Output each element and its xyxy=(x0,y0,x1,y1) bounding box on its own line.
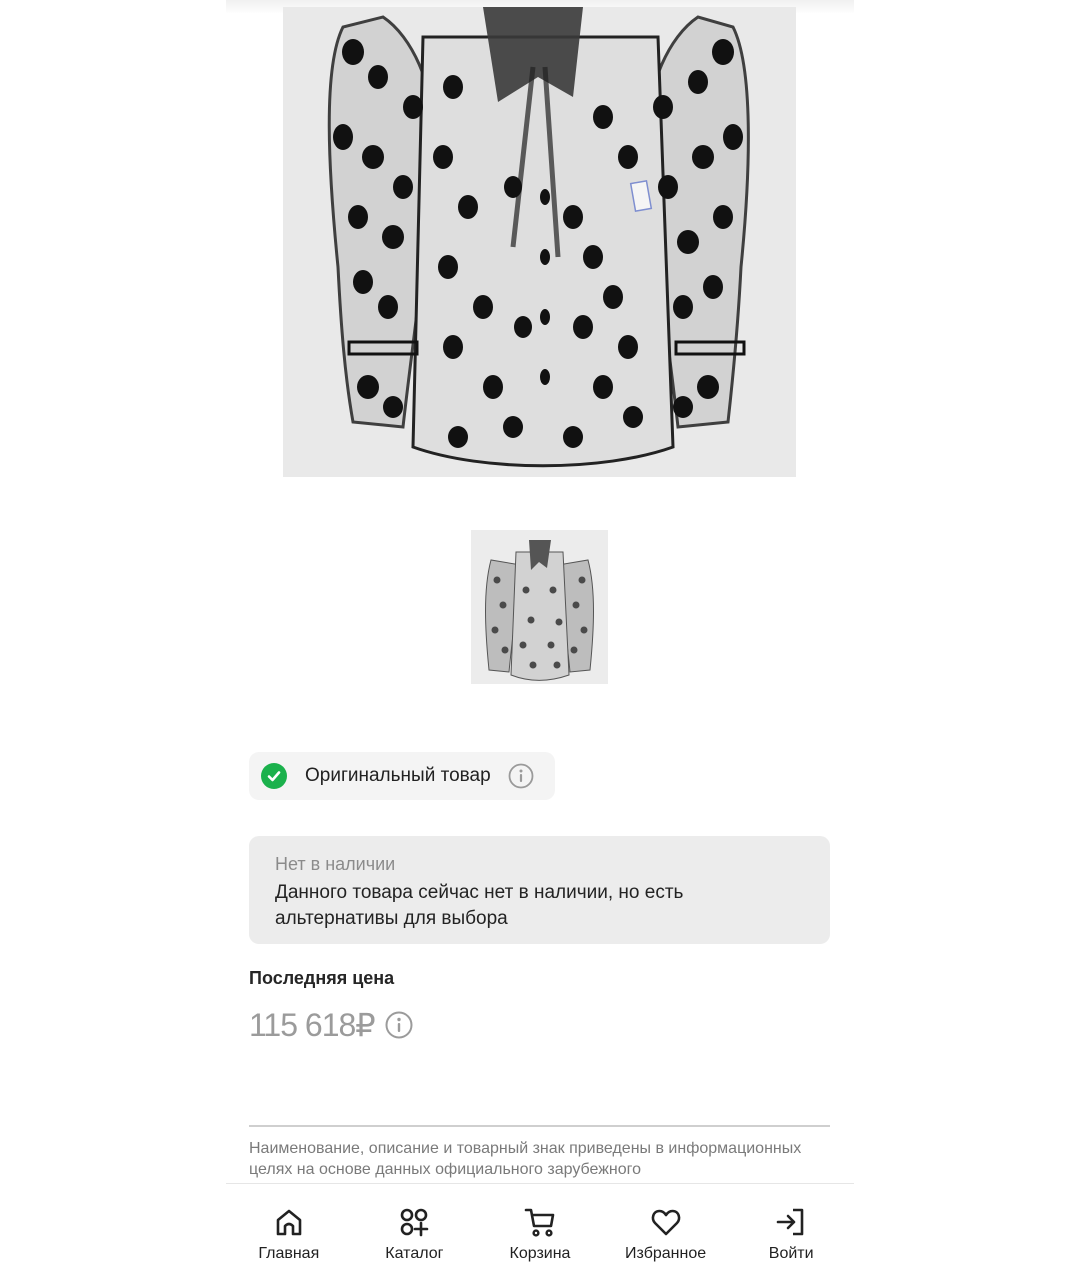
nav-item-login[interactable]: Войти xyxy=(728,1184,854,1280)
availability-message: Данного товара сейчас нет в наличии, но … xyxy=(275,882,684,929)
price-row: 115 618₽ xyxy=(249,1006,413,1044)
nav-item-catalog[interactable]: Каталог xyxy=(352,1184,478,1280)
last-price-label: Последняя цена xyxy=(249,968,395,988)
product-main-photo[interactable] xyxy=(283,7,796,477)
nav-label-favorites: Избранное xyxy=(625,1245,707,1262)
heart-icon xyxy=(651,1209,680,1236)
nav-item-home[interactable]: Главная xyxy=(226,1184,352,1280)
original-badge-label: Оригинальный товар xyxy=(305,765,491,786)
thumbnail-illustration xyxy=(471,530,608,684)
login-icon xyxy=(776,1208,804,1236)
home-icon xyxy=(276,1209,302,1236)
blouse-illustration xyxy=(283,7,796,477)
bottom-navigation: Главная Каталог Корзина Избранное Войти xyxy=(226,1183,854,1280)
availability-notice: Нет в наличии Данного товара сейчас нет … xyxy=(249,836,830,944)
nav-item-favorites[interactable]: Избранное xyxy=(603,1184,729,1280)
price-info-icon[interactable] xyxy=(385,1011,413,1039)
nav-label-cart: Корзина xyxy=(509,1245,571,1262)
catalog-icon xyxy=(401,1208,429,1237)
section-divider xyxy=(249,1125,830,1127)
nav-label-home: Главная xyxy=(258,1245,320,1262)
legal-disclaimer: Наименование, описание и товарный знак п… xyxy=(249,1140,802,1178)
nav-label-catalog: Каталог xyxy=(385,1245,444,1262)
last-price-value: 115 618₽ xyxy=(249,1007,376,1043)
product-page: Оригинальный товар Нет в наличии Данного… xyxy=(226,0,854,1280)
nav-item-cart[interactable]: Корзина xyxy=(477,1184,603,1280)
nav-label-login: Войти xyxy=(768,1245,814,1262)
info-icon[interactable] xyxy=(508,763,534,789)
availability-title: Нет в наличии xyxy=(275,854,396,874)
check-circle-icon xyxy=(261,763,287,789)
product-thumbnail[interactable] xyxy=(471,530,608,684)
original-product-badge[interactable]: Оригинальный товар xyxy=(249,752,555,800)
cart-icon xyxy=(524,1208,555,1237)
